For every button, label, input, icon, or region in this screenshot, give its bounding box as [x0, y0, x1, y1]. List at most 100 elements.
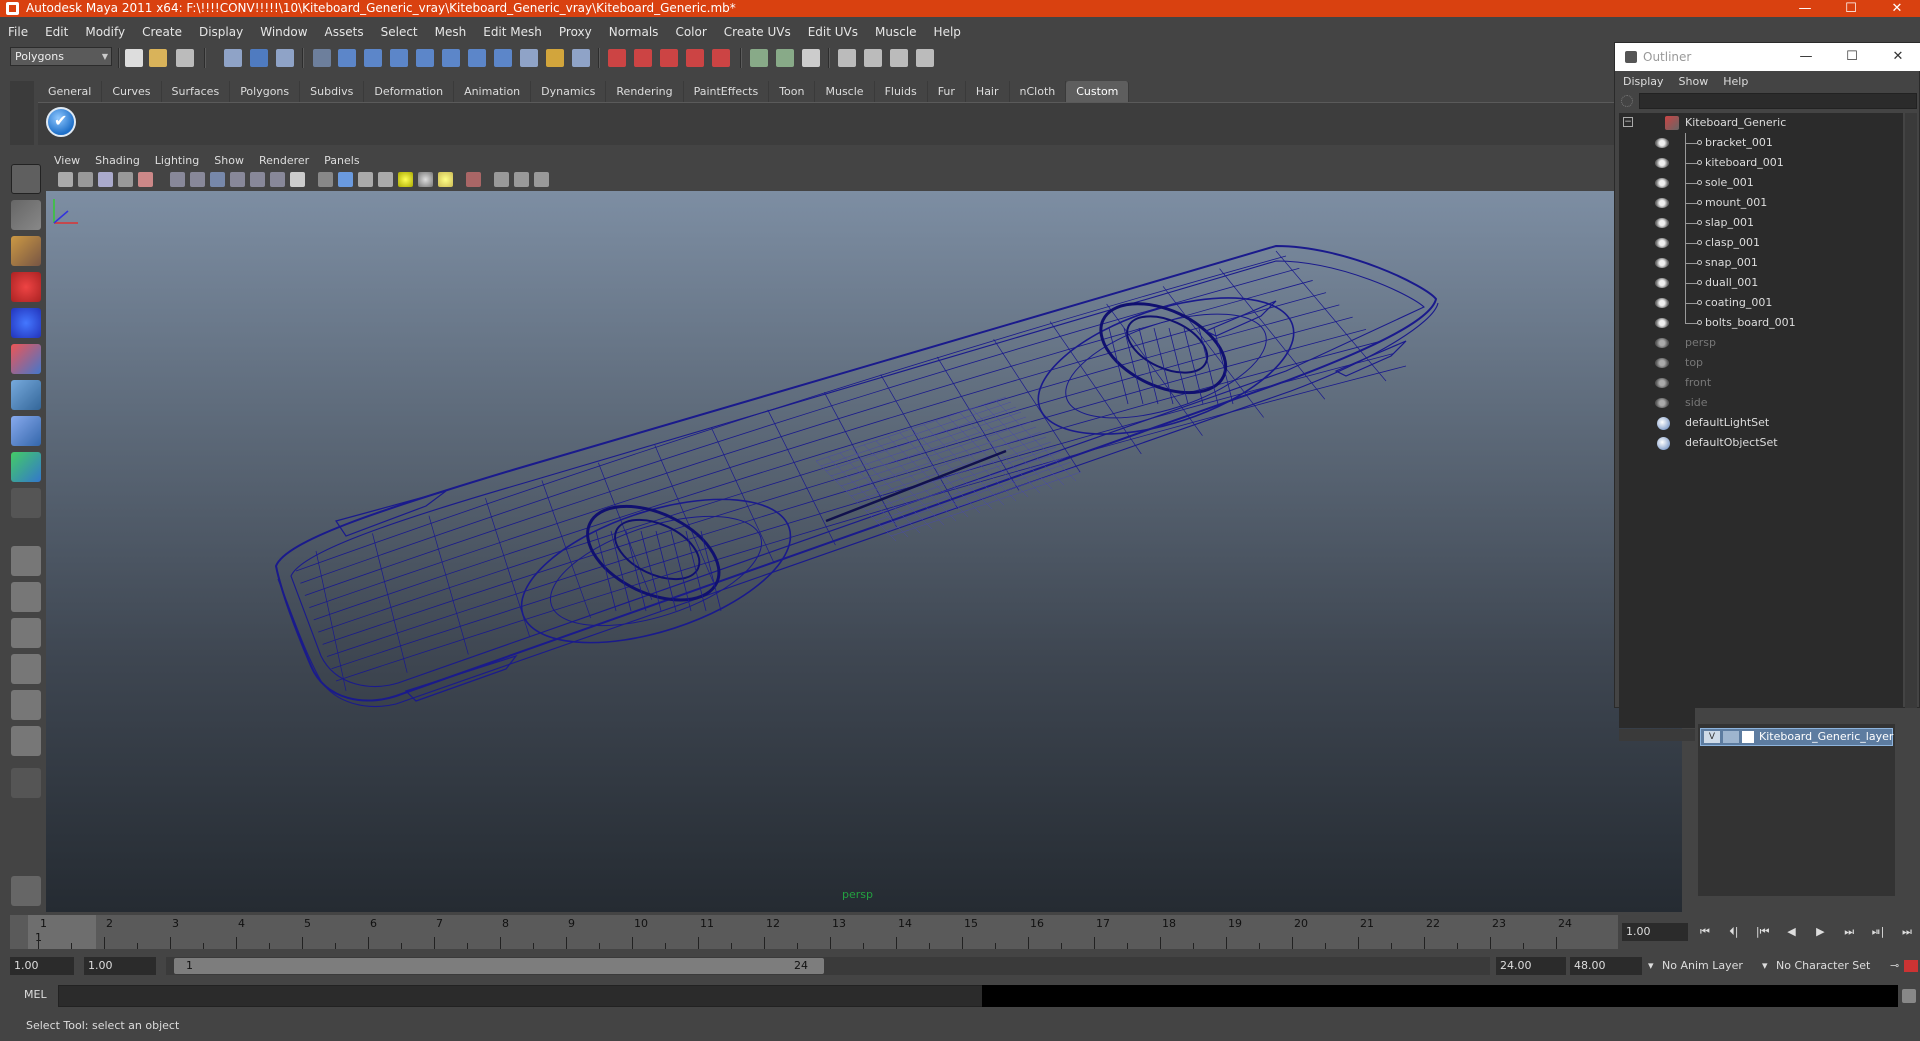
- step-forward-key-button[interactable]: ⏯|: [1867, 923, 1889, 941]
- select-by-curve-icon[interactable]: [364, 49, 382, 67]
- panel-menu-renderer[interactable]: Renderer: [251, 154, 316, 167]
- layer-visibility-toggle[interactable]: V: [1704, 731, 1720, 743]
- step-forward-frame-button[interactable]: ⏭: [1838, 923, 1860, 941]
- tree-row-snap_001[interactable]: snap_001: [1619, 253, 1903, 273]
- image-plane-icon[interactable]: [118, 172, 133, 187]
- manipulator-tool-icon[interactable]: [11, 380, 41, 410]
- smooth-shade-icon[interactable]: [338, 172, 353, 187]
- move-tool-icon[interactable]: [11, 272, 41, 302]
- layer-color-swatch[interactable]: [1742, 731, 1754, 743]
- menu-muscle[interactable]: Muscle: [867, 25, 926, 39]
- snap-to-point-icon[interactable]: [634, 49, 652, 67]
- four-view-layout-icon[interactable]: [11, 582, 41, 612]
- xray-icon[interactable]: [494, 172, 509, 187]
- open-scene-icon[interactable]: [149, 49, 167, 67]
- highlight-selection-icon[interactable]: [546, 49, 564, 67]
- construction-history-icon[interactable]: [802, 49, 820, 67]
- outliner-maximize-button[interactable]: ☐: [1829, 43, 1875, 71]
- tab-custom[interactable]: Custom: [1066, 81, 1130, 102]
- tab-toon[interactable]: Toon: [769, 81, 816, 102]
- tree-row-set-defaultObjectSet[interactable]: defaultObjectSet: [1619, 433, 1903, 453]
- tree-row-kiteboard_001[interactable]: kiteboard_001: [1619, 153, 1903, 173]
- persp-graph-layout-icon[interactable]: [11, 654, 41, 684]
- outliner-tree[interactable]: − Kiteboard_Generic bracket_001 kiteboard…: [1619, 113, 1903, 728]
- resolution-gate-icon[interactable]: [210, 172, 225, 187]
- tab-deformation[interactable]: Deformation: [364, 81, 455, 102]
- menu-edit-mesh[interactable]: Edit Mesh: [475, 25, 551, 39]
- menu-edit[interactable]: Edit: [37, 25, 77, 39]
- camera-attributes-icon[interactable]: [78, 172, 93, 187]
- select-by-misc-icon[interactable]: [494, 49, 512, 67]
- menu-mesh[interactable]: Mesh: [427, 25, 476, 39]
- rotate-tool-icon[interactable]: [11, 308, 41, 338]
- shelf-options-strip[interactable]: [10, 81, 34, 145]
- close-button[interactable]: ✕: [1874, 0, 1920, 17]
- tab-animation[interactable]: Animation: [454, 81, 532, 102]
- play-backward-button[interactable]: ◀: [1781, 923, 1803, 941]
- tab-ncloth[interactable]: nCloth: [1010, 81, 1067, 102]
- checkmark-shelf-icon[interactable]: [46, 107, 76, 137]
- tree-row-duall_001[interactable]: duall_001: [1619, 273, 1903, 293]
- tree-row-set-defaultLightSet[interactable]: defaultLightSet: [1619, 413, 1903, 433]
- go-to-end-button[interactable]: ⏭: [1896, 923, 1918, 941]
- select-by-dynamic-icon[interactable]: [442, 49, 460, 67]
- collapse-icon[interactable]: −: [1623, 117, 1633, 127]
- outliner-minimize-button[interactable]: —: [1783, 43, 1829, 71]
- hotbox-icon[interactable]: [11, 876, 41, 906]
- tree-row-coating_001[interactable]: coating_001: [1619, 293, 1903, 313]
- xray-components-icon[interactable]: [534, 172, 549, 187]
- time-slider[interactable]: 1 12345678910111213141516171819202122232…: [10, 915, 1618, 949]
- xray-joints-icon[interactable]: [514, 172, 529, 187]
- go-to-start-button[interactable]: ⏮: [1694, 923, 1716, 941]
- select-tool-icon[interactable]: [11, 164, 41, 194]
- menu-select[interactable]: Select: [373, 25, 427, 39]
- film-gate-icon[interactable]: [190, 172, 205, 187]
- maximize-button[interactable]: ☐: [1828, 0, 1874, 17]
- playback-end-field[interactable]: 24.00: [1496, 957, 1566, 975]
- last-tool-icon[interactable]: [11, 488, 41, 518]
- render-settings-icon[interactable]: [916, 49, 934, 67]
- select-component-icon[interactable]: [276, 49, 294, 67]
- tab-polygons[interactable]: Polygons: [230, 81, 301, 102]
- default-lighting-icon[interactable]: [398, 172, 413, 187]
- tree-row-camera-persp[interactable]: persp: [1619, 333, 1903, 353]
- all-lights-icon[interactable]: [418, 172, 433, 187]
- outliner-menu-display[interactable]: Display: [1615, 75, 1671, 88]
- snap-to-grid-icon[interactable]: [572, 49, 590, 67]
- select-hierarchy-icon[interactable]: [224, 49, 242, 67]
- history-icon[interactable]: [712, 49, 730, 67]
- layout-options-icon[interactable]: [11, 768, 41, 798]
- scene-start-field[interactable]: 1.00: [10, 957, 74, 975]
- paint-select-tool-icon[interactable]: [11, 236, 41, 266]
- two-d-pan-zoom-icon[interactable]: [138, 172, 153, 187]
- lock-selection-icon[interactable]: [520, 49, 538, 67]
- tree-row-slap_001[interactable]: slap_001: [1619, 213, 1903, 233]
- chevron-down-icon[interactable]: ▾: [1648, 957, 1658, 975]
- persp-outliner-layout-icon[interactable]: [11, 618, 41, 648]
- tree-row-sole_001[interactable]: sole_001: [1619, 173, 1903, 193]
- panel-menu-shading[interactable]: Shading: [87, 154, 147, 167]
- render-current-frame-icon[interactable]: [864, 49, 882, 67]
- new-scene-icon[interactable]: [125, 49, 143, 67]
- bookmarks-icon[interactable]: [98, 172, 113, 187]
- isolate-select-icon[interactable]: [466, 172, 481, 187]
- tab-surfaces[interactable]: Surfaces: [162, 81, 231, 102]
- panel-menu-view[interactable]: View: [46, 154, 87, 167]
- auto-key-icon[interactable]: ⊸: [1890, 957, 1902, 975]
- menu-window[interactable]: Window: [252, 25, 316, 39]
- field-chart-icon[interactable]: [250, 172, 265, 187]
- tab-subdivs[interactable]: Subdivs: [300, 81, 365, 102]
- select-by-joint-icon[interactable]: [338, 49, 356, 67]
- gate-mask-icon[interactable]: [230, 172, 245, 187]
- character-set-dropdown[interactable]: No Character Set: [1776, 957, 1888, 975]
- menu-modify[interactable]: Modify: [77, 25, 134, 39]
- panel-menu-lighting[interactable]: Lighting: [147, 154, 206, 167]
- snap-to-curve-icon[interactable]: [608, 49, 626, 67]
- play-forward-button[interactable]: ▶: [1809, 923, 1831, 941]
- render-view-icon[interactable]: [838, 49, 856, 67]
- tree-row-mount_001[interactable]: mount_001: [1619, 193, 1903, 213]
- tab-muscle[interactable]: Muscle: [815, 81, 875, 102]
- lasso-tool-icon[interactable]: [11, 200, 41, 230]
- ipr-render-icon[interactable]: [890, 49, 908, 67]
- textured-icon[interactable]: [378, 172, 393, 187]
